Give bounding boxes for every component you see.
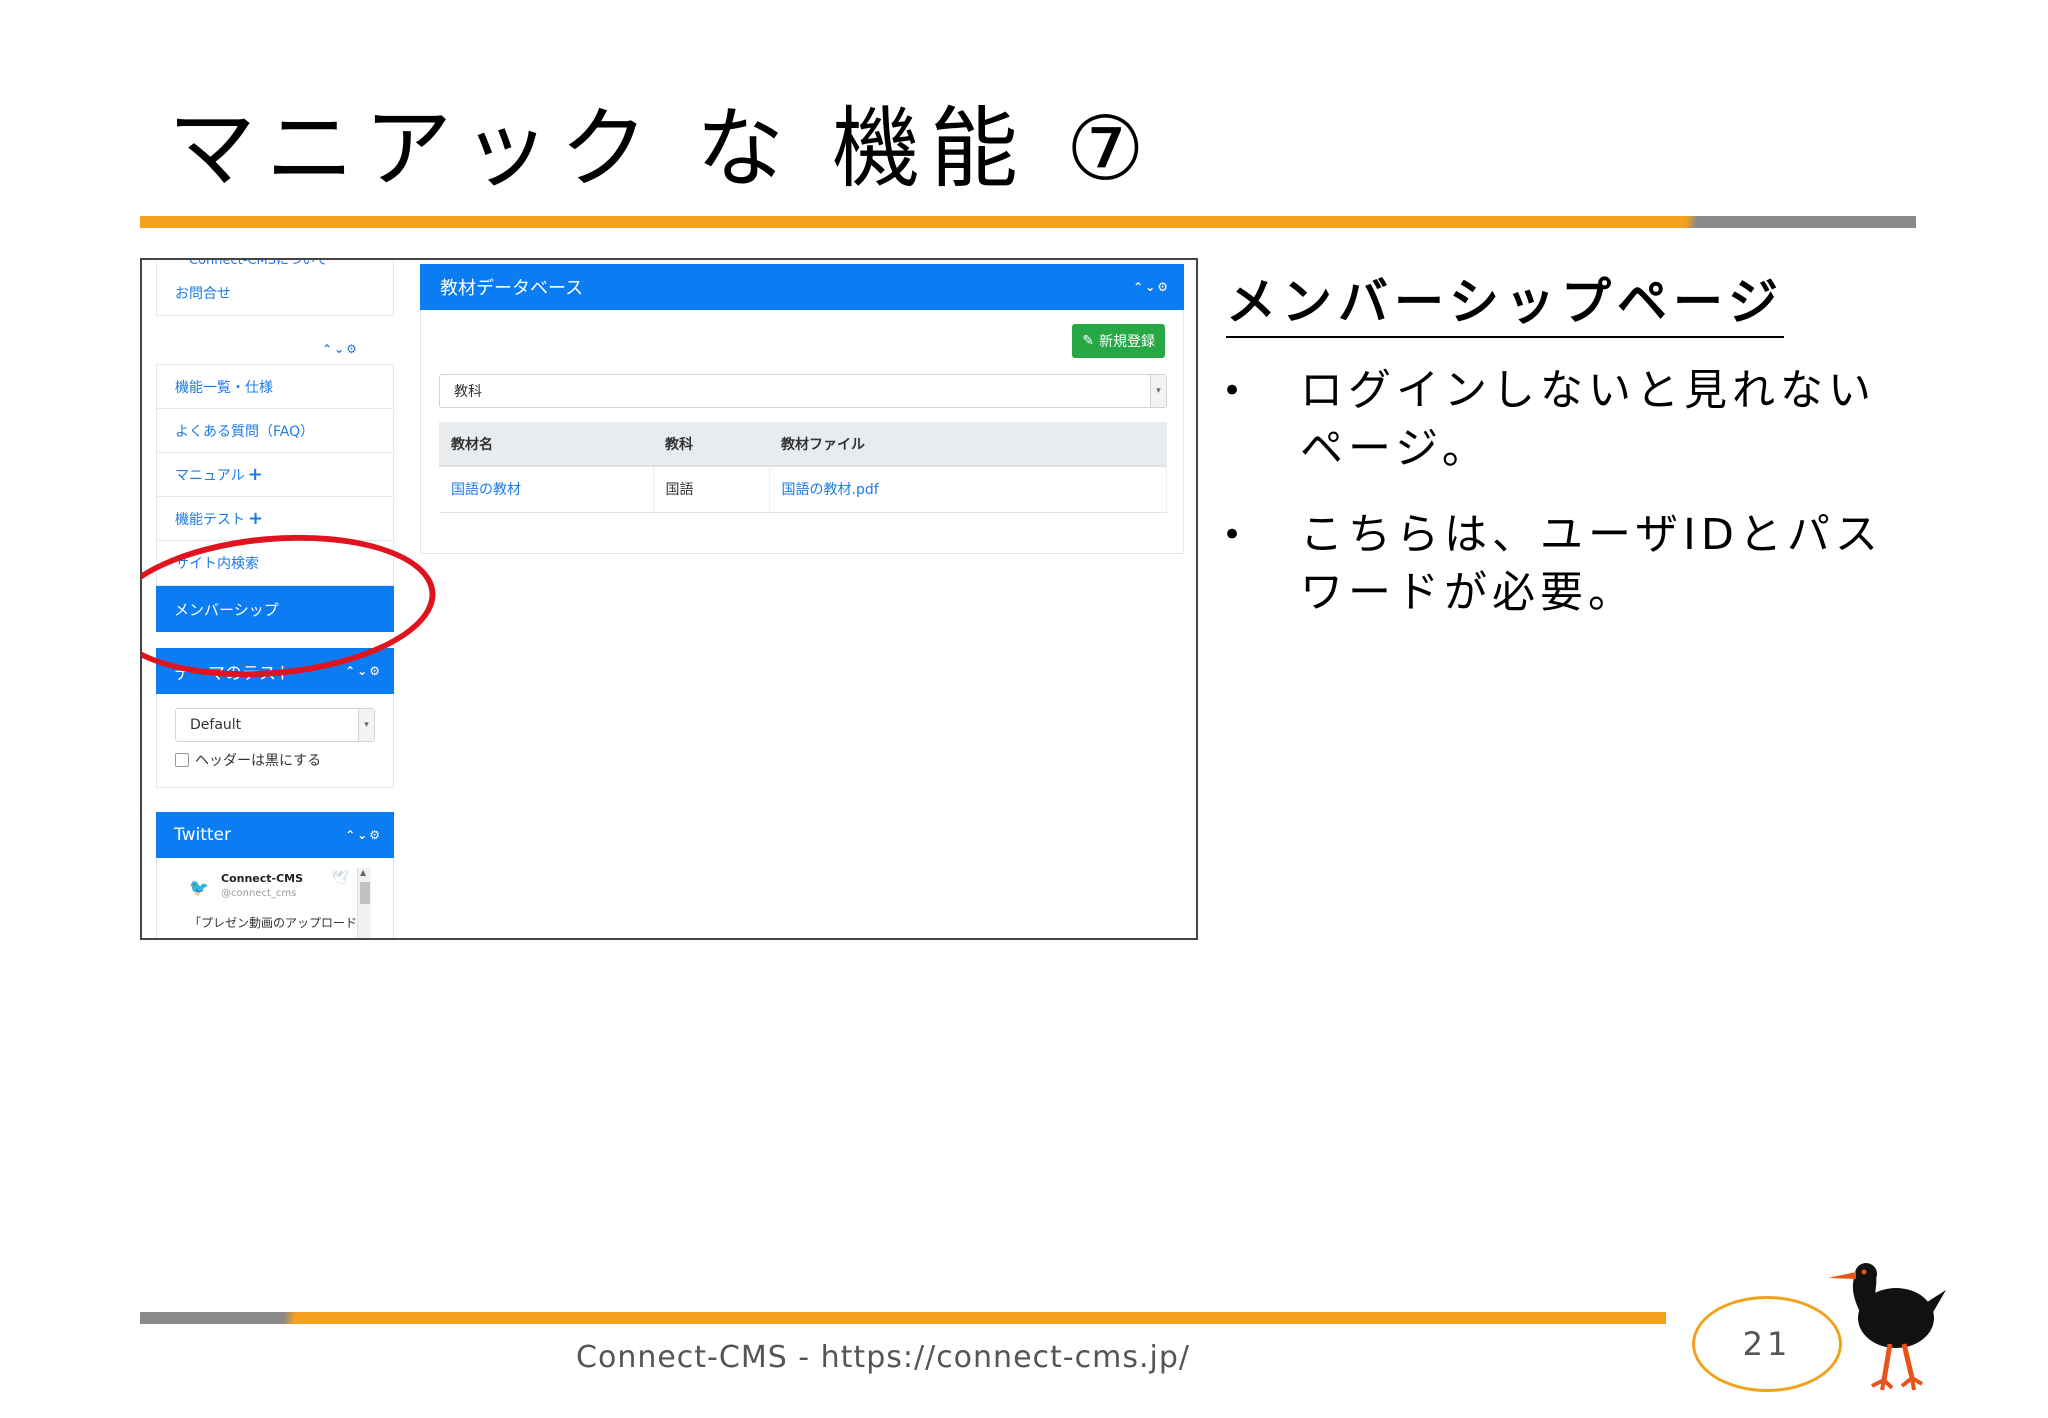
new-entry-label: 新規登録: [1099, 334, 1155, 350]
column-header[interactable]: 教科: [653, 422, 769, 467]
frame-controls[interactable]: ⌃ ⌄ ⚙: [345, 828, 380, 842]
tweet-text: 「プレゼン動画のアップロード: [189, 916, 358, 930]
twitter-logo-icon: 🕊: [331, 870, 349, 886]
tweet-scrollbar[interactable]: ▲: [357, 868, 371, 938]
footer-text: Connect-CMS - https://connect-cms.jp/: [576, 1340, 1190, 1375]
sidebar-item-label: 機能テスト: [175, 511, 245, 528]
sidebar-item-function-test[interactable]: 機能テスト +: [157, 497, 393, 541]
chevron-down-icon[interactable]: ⌄: [334, 342, 344, 356]
sidebar-item-label: 機能一覧・仕様: [175, 379, 273, 396]
bird-avatar-icon: 🐦: [189, 878, 209, 897]
subject-filter-select[interactable]: 教科 ▾: [439, 374, 1167, 408]
table-cell: 国語: [653, 466, 770, 513]
explanation-heading: メンバーシップページ: [1226, 262, 1784, 338]
twitter-panel: 🐦 Connect-CMS @connect_cms 🕊 「プレゼン動画のアップ…: [156, 858, 394, 938]
sidebar-item-manual[interactable]: マニュアル +: [157, 453, 393, 497]
chevron-down-icon[interactable]: ▾: [1150, 375, 1166, 407]
slide-title: マニアック な 機能 ⑦: [168, 97, 1155, 200]
chevron-up-icon[interactable]: ⌃: [1133, 280, 1143, 294]
chevron-down-icon[interactable]: ⌄: [357, 664, 367, 678]
gear-icon[interactable]: ⚙: [1157, 280, 1168, 294]
new-entry-button[interactable]: ✎ 新規登録: [1072, 324, 1165, 358]
sidebar-frame-controls[interactable]: ⌃ ⌄ ⚙: [322, 342, 357, 356]
header-black-checkbox[interactable]: ヘッダーは黒にする: [175, 750, 321, 770]
tweet-handle: @connect_cms: [221, 888, 297, 899]
theme-test-panel: Default ▾ ヘッダーは黒にする: [156, 694, 394, 788]
chevron-down-icon[interactable]: ▾: [358, 709, 374, 741]
sidebar-item-about[interactable]: Connect-CMSについて: [189, 260, 328, 268]
chevron-down-icon[interactable]: ⌄: [357, 828, 367, 842]
checkbox-label: ヘッダーは黒にする: [195, 753, 322, 769]
plus-icon[interactable]: +: [248, 464, 263, 485]
tweet-author: Connect-CMS: [221, 872, 304, 885]
sidebar-item-features[interactable]: 機能一覧・仕様: [157, 365, 393, 409]
bullet-item: ログインしないと見れないページ。: [1222, 362, 1922, 478]
materials-table: 教材名 教科 教材ファイル 国語の教材 国語 国語の教材.pdf: [439, 422, 1167, 513]
sidebar-top-box: Connect-CMSについて お問合せ: [156, 260, 394, 316]
frame-title: Twitter: [174, 825, 231, 845]
gear-icon[interactable]: ⚙: [369, 828, 380, 842]
material-name-link[interactable]: 国語の教材: [439, 466, 654, 513]
sidebar-item-label: お問合せ: [175, 286, 231, 302]
column-header[interactable]: 教材名: [439, 422, 653, 467]
frame-controls[interactable]: ⌃ ⌄ ⚙: [345, 664, 380, 678]
theme-select[interactable]: Default ▾: [175, 708, 375, 742]
footer-rule: [140, 1312, 1666, 1324]
checkbox-box[interactable]: [175, 753, 189, 767]
sidebar-item-label: マニュアル: [175, 467, 245, 484]
cms-screenshot: Connect-CMSについて お問合せ ⌃ ⌄ ⚙ 機能一覧・仕様 よくある質…: [140, 258, 1198, 940]
frame-title: 教材データベース: [440, 278, 584, 299]
table-header-row: 教材名 教科 教材ファイル: [439, 422, 1167, 467]
sidebar-item-faq[interactable]: よくある質問（FAQ）: [157, 409, 393, 453]
sidebar-item-label: メンバーシップ: [174, 600, 279, 619]
database-frame-header: 教材データベース ⌃ ⌄ ⚙: [420, 264, 1184, 310]
chevron-up-icon[interactable]: ⌃: [345, 664, 355, 678]
title-underline-rule: [140, 216, 1916, 228]
scroll-thumb[interactable]: [360, 882, 370, 904]
table-row: 国語の教材 国語 国語の教材.pdf: [439, 466, 1167, 513]
theme-test-header: テーマのテスト ⌃ ⌄ ⚙: [156, 648, 394, 694]
sidebar-nav-list: 機能一覧・仕様 よくある質問（FAQ） マニュアル + 機能テスト + サイト内…: [156, 364, 394, 586]
edit-icon: ✎: [1082, 333, 1094, 349]
explanation-bullet-list: ログインしないと見れないページ。 こちらは、ユーザIDとパスワードが必要。: [1222, 362, 1922, 650]
sidebar-item-label: よくある質問（FAQ）: [175, 423, 315, 440]
sidebar-item-site-search[interactable]: サイト内検索: [157, 541, 393, 585]
frame-title: テーマのテスト: [174, 663, 293, 684]
gear-icon[interactable]: ⚙: [346, 342, 357, 356]
mascot-bird-icon: [1828, 1263, 1946, 1391]
sidebar-item-contact[interactable]: お問合せ: [157, 271, 393, 315]
page-number: 21: [1742, 1325, 1792, 1363]
database-frame-body: ✎ 新規登録 教科 ▾ 教材名 教科 教材ファイル 国語の教材 国語 国語の教材…: [420, 310, 1184, 554]
sidebar-item-label: サイト内検索: [175, 556, 259, 572]
frame-controls[interactable]: ⌃ ⌄ ⚙: [1133, 280, 1168, 294]
chevron-down-icon[interactable]: ⌄: [1145, 280, 1155, 294]
bullet-item: こちらは、ユーザIDとパスワードが必要。: [1222, 506, 1922, 622]
theme-select-value: Default: [190, 717, 242, 733]
material-file-link[interactable]: 国語の教材.pdf: [769, 466, 1167, 513]
twitter-header: Twitter ⌃ ⌄ ⚙: [156, 812, 394, 858]
plus-icon[interactable]: +: [248, 508, 263, 529]
sidebar-item-membership[interactable]: メンバーシップ: [156, 586, 394, 632]
tweet-card[interactable]: 🐦 Connect-CMS @connect_cms 🕊 「プレゼン動画のアップ…: [175, 868, 371, 938]
chevron-up-icon[interactable]: ⌃: [322, 342, 332, 356]
column-header[interactable]: 教材ファイル: [769, 422, 1167, 467]
chevron-up-icon[interactable]: ⌃: [345, 828, 355, 842]
filter-select-value: 教科: [454, 384, 482, 400]
gear-icon[interactable]: ⚙: [369, 664, 380, 678]
scroll-up-icon[interactable]: ▲: [360, 868, 366, 877]
